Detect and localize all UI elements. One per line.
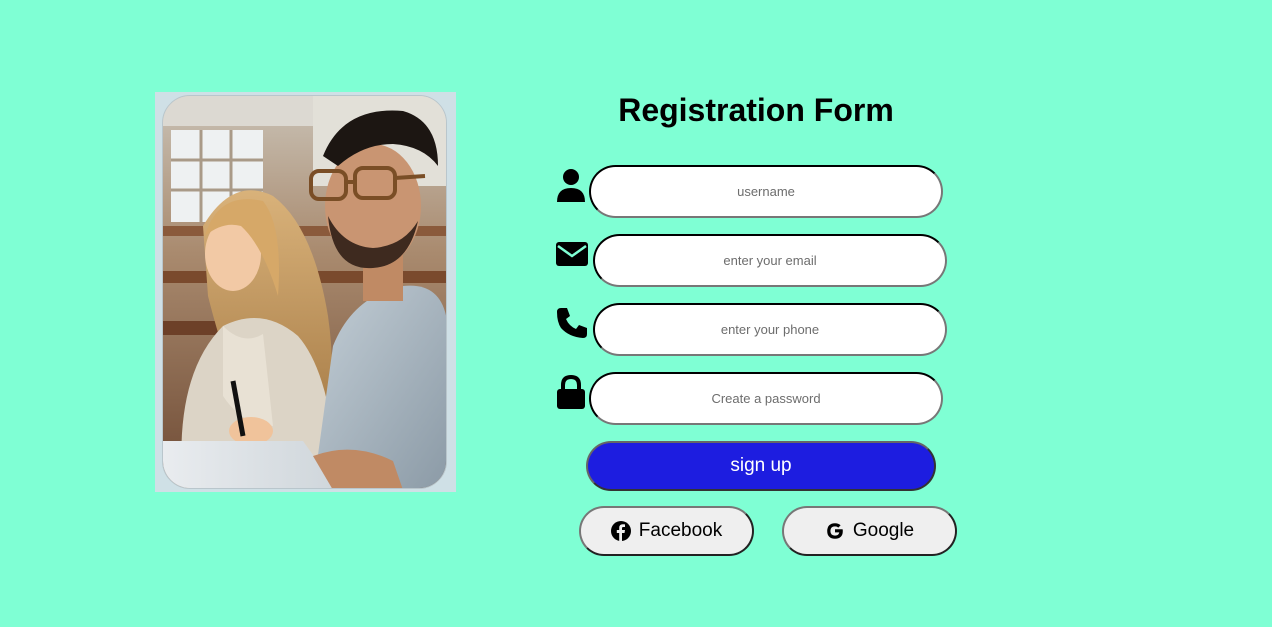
phone-icon bbox=[555, 306, 587, 342]
password-input[interactable] bbox=[589, 372, 943, 425]
facebook-label: Facebook bbox=[638, 520, 723, 541]
facebook-button[interactable]: Facebook bbox=[579, 506, 754, 556]
hero-image-frame bbox=[155, 92, 456, 492]
students-photo bbox=[162, 95, 447, 489]
email-input[interactable] bbox=[593, 234, 947, 287]
form-title: Registration Form bbox=[618, 92, 894, 128]
envelope-icon bbox=[555, 241, 588, 277]
phone-input[interactable] bbox=[593, 303, 947, 356]
username-input[interactable] bbox=[589, 165, 943, 218]
user-icon bbox=[555, 168, 587, 204]
google-button[interactable]: Google bbox=[782, 506, 957, 556]
signup-button[interactable]: sign up bbox=[586, 441, 936, 491]
facebook-icon bbox=[610, 521, 631, 541]
google-icon bbox=[825, 521, 845, 541]
lock-icon bbox=[555, 374, 587, 410]
google-label: Google bbox=[852, 520, 915, 541]
